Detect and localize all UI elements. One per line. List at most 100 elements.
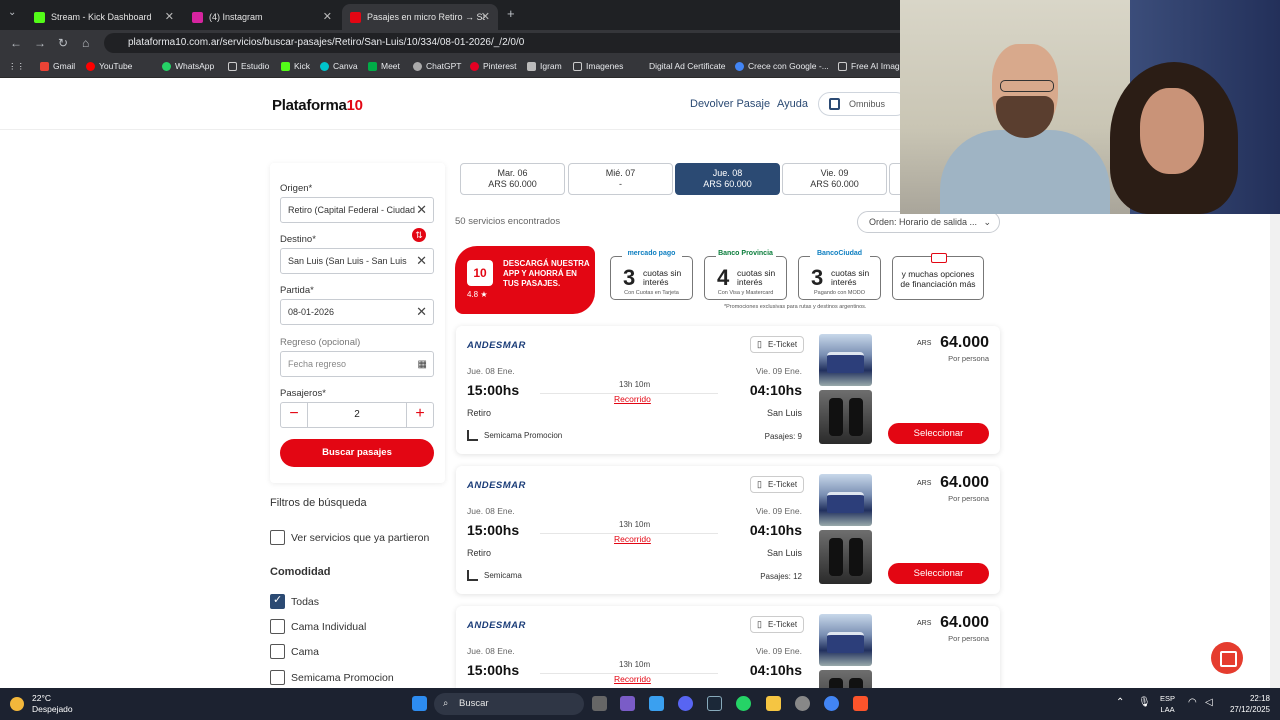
filter-todas[interactable]: Todas <box>270 593 319 609</box>
plus-icon[interactable]: + <box>407 403 433 427</box>
bookmark-pinterest[interactable]: Pinterest <box>470 61 517 71</box>
date-tab[interactable]: Vie. 09 ARS 60.000 <box>782 163 887 195</box>
close-tab-icon[interactable]: ✕ <box>323 10 332 23</box>
bookmark-canva[interactable]: Canva <box>320 61 358 71</box>
destino-field[interactable]: San Luis (San Luis - San Luis ✕ <box>280 248 434 274</box>
page-scrollbar[interactable] <box>1270 214 1280 688</box>
bus-photo[interactable] <box>819 474 872 526</box>
bookmark-gmail[interactable]: Gmail <box>40 61 75 71</box>
bookmark-imagenes[interactable]: Imagenes <box>573 61 623 71</box>
steam-icon[interactable] <box>707 696 722 711</box>
bookmark-whatsapp[interactable]: WhatsApp <box>162 61 214 71</box>
recorrido-link[interactable]: Recorrido <box>614 394 651 404</box>
brave-icon[interactable] <box>853 696 868 711</box>
windows-start-icon[interactable] <box>412 696 427 711</box>
gmail-icon <box>40 61 49 71</box>
app-icon[interactable] <box>620 696 635 711</box>
task-view-icon[interactable] <box>592 696 607 711</box>
close-tab-icon[interactable]: ✕ <box>165 10 174 23</box>
filter-cama-individual[interactable]: Cama Individual <box>270 619 366 634</box>
bookmark-free-ai[interactable]: Free AI Image <box>838 61 904 71</box>
apps-icon[interactable]: ⋮⋮ <box>8 61 25 72</box>
bookmark-estudio[interactable]: Estudio <box>228 61 269 71</box>
filter-semicama-promocion[interactable]: Semicama Promocion <box>270 670 394 685</box>
seat-type: Semicama <box>467 570 522 581</box>
date-tab[interactable]: Mié. 07- <box>568 163 673 195</box>
bookmark-crece-google[interactable]: Crece con Google -... <box>735 61 829 71</box>
date-tab[interactable]: Mar. 06 ARS 60.000 <box>460 163 565 195</box>
file-explorer-icon[interactable] <box>766 696 781 711</box>
settings-icon[interactable] <box>795 696 810 711</box>
devolver-pasaje-link[interactable]: Devolver Pasaje <box>690 98 770 110</box>
url-field[interactable]: plataforma10.com.ar/servicios/buscar-pas… <box>104 33 914 53</box>
date-tab-selected[interactable]: Jue. 08 ARS 60.000 <box>675 163 780 195</box>
clear-icon[interactable]: ✕ <box>416 300 427 324</box>
order-select[interactable]: Orden: Horario de salida ... ⌄ <box>857 211 1000 233</box>
seleccionar-button[interactable]: Seleccionar <box>888 423 989 444</box>
bookmark-meet[interactable]: Meet <box>368 61 400 71</box>
eticket-badge: E-Ticket <box>750 476 804 493</box>
duration: 13h 10m <box>619 380 651 389</box>
chat-icon[interactable] <box>1211 642 1243 674</box>
recorrido-link[interactable]: Recorrido <box>614 674 651 684</box>
pasajeros-value[interactable]: 2 <box>307 403 407 427</box>
tab-plataforma10[interactable]: Pasajes en micro Retiro → San L ✕ <box>342 4 498 30</box>
filter-cama[interactable]: Cama <box>270 644 319 659</box>
bookmark-digital-ad[interactable]: Digital Ad Certificate <box>636 61 726 71</box>
recorrido-link[interactable]: Recorrido <box>614 534 651 544</box>
clock[interactable]: 22:18 27/12/2025 <box>1230 693 1270 715</box>
reload-icon[interactable]: ↻ <box>58 36 68 50</box>
chrome-icon[interactable] <box>824 696 839 711</box>
clear-icon[interactable]: ✕ <box>416 249 427 273</box>
weather-widget[interactable]: 22°C Despejado <box>10 693 73 715</box>
close-tab-icon[interactable]: ✕ <box>481 10 490 23</box>
back-icon[interactable]: ← <box>10 36 22 50</box>
seleccionar-button[interactable]: Seleccionar <box>888 563 989 584</box>
whatsapp-icon[interactable] <box>736 696 751 711</box>
taskbar-search[interactable]: ⌕ Buscar <box>434 693 584 715</box>
forward-icon[interactable]: → <box>34 36 46 50</box>
minus-icon[interactable]: − <box>281 403 307 427</box>
bookmark-chatgpt[interactable]: ChatGPT <box>413 61 461 71</box>
meet-icon <box>368 61 377 71</box>
buscar-pasajes-button[interactable]: Buscar pasajes <box>280 439 434 467</box>
tab-list-icon[interactable]: ⌄ <box>8 7 16 18</box>
calendar-icon[interactable]: ▦ <box>418 353 427 376</box>
clear-icon[interactable]: ✕ <box>416 198 427 222</box>
ayuda-link[interactable]: Ayuda <box>777 98 808 110</box>
notepad-icon[interactable] <box>649 696 664 711</box>
arrival-time: 04:10hs <box>749 522 802 538</box>
partida-label: Partida* <box>280 285 314 296</box>
chevron-up-icon[interactable]: ⌃ <box>1116 697 1124 708</box>
swap-icon[interactable]: ⇅ <box>412 228 426 242</box>
new-tab-icon[interactable]: + <box>507 6 515 21</box>
bus-photo[interactable] <box>819 334 872 386</box>
seat-photo[interactable] <box>819 530 872 584</box>
home-icon[interactable]: ⌂ <box>82 36 89 50</box>
site-logo[interactable]: Plataforma10 <box>272 97 363 114</box>
seat-icon <box>467 570 478 581</box>
ver-partidos-checkbox[interactable]: Ver servicios que ya partieron <box>270 530 429 545</box>
promo-card-mercadopago: mercado pago 3 cuotas sin interés Con Cu… <box>610 250 693 300</box>
bookmark-kick[interactable]: Kick <box>281 61 310 71</box>
tab-kick[interactable]: Stream - Kick Dashboard ✕ <box>26 4 182 30</box>
seat-photo[interactable] <box>819 670 872 688</box>
seat-photo[interactable] <box>819 390 872 444</box>
discord-icon[interactable] <box>678 696 693 711</box>
bus-photo[interactable] <box>819 614 872 666</box>
download-app-promo[interactable]: 10 DESCARGÁ NUESTRA APP Y AHORRÁ EN TUS … <box>455 246 595 314</box>
bookmark-igram[interactable]: Igram <box>527 61 562 71</box>
microphone-icon[interactable]: 🎙 <box>1138 697 1151 708</box>
wifi-icon[interactable]: ◠ <box>1188 697 1197 708</box>
language-indicator[interactable]: ESP LAA <box>1160 693 1175 715</box>
origen-field[interactable]: Retiro (Capital Federal - Ciudad ✕ <box>280 197 434 223</box>
bookmark-youtube[interactable]: YouTube <box>86 61 132 71</box>
bus-icon <box>829 98 840 110</box>
tab-instagram[interactable]: (4) Instagram ✕ <box>184 4 340 30</box>
volume-icon[interactable]: ◁ <box>1205 697 1213 708</box>
regreso-field[interactable]: Fecha regreso ▦ <box>280 351 434 377</box>
currency: ARS <box>917 480 932 487</box>
webcam-overlay <box>900 0 1280 214</box>
transport-select[interactable]: Omnibus <box>818 92 908 116</box>
partida-field[interactable]: 08-01-2026 ✕ <box>280 299 434 325</box>
